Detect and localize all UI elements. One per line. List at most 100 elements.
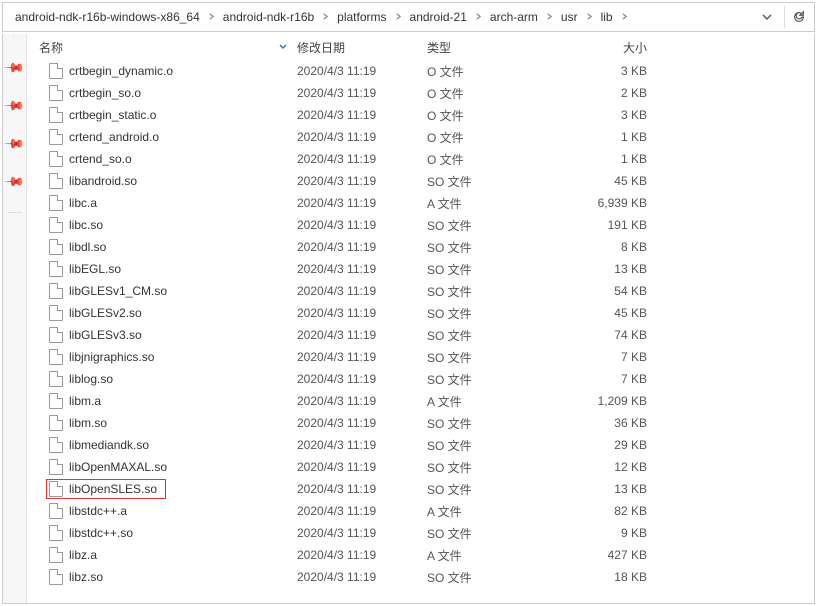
collapse-caret-icon[interactable]	[11, 34, 19, 38]
file-row[interactable]: libGLESv1_CM.so2020/4/3 11:19SO 文件54 KB	[39, 280, 814, 302]
file-type: SO 文件	[427, 217, 557, 234]
file-icon	[49, 393, 63, 409]
breadcrumb-dropdown-icon[interactable]	[756, 6, 778, 28]
file-size: 8 KB	[557, 240, 667, 254]
file-row[interactable]: crtbegin_static.o2020/4/3 11:19O 文件3 KB	[39, 104, 814, 126]
refresh-button[interactable]	[784, 6, 806, 28]
file-icon	[49, 459, 63, 475]
file-date: 2020/4/3 11:19	[297, 196, 427, 210]
breadcrumb-item[interactable]: android-ndk-r16b-windows-x86_64	[13, 8, 202, 26]
file-type: SO 文件	[427, 305, 557, 322]
breadcrumb-item[interactable]: android-21	[408, 8, 469, 26]
file-date: 2020/4/3 11:19	[297, 152, 427, 166]
column-header-type[interactable]: 类型	[427, 39, 557, 56]
file-row[interactable]: libmediandk.so2020/4/3 11:19SO 文件29 KB	[39, 434, 814, 456]
file-row[interactable]: libGLESv3.so2020/4/3 11:19SO 文件74 KB	[39, 324, 814, 346]
file-name: libGLESv3.so	[69, 328, 142, 342]
file-name-cell: libc.so	[39, 217, 297, 233]
file-row[interactable]: crtbegin_dynamic.o2020/4/3 11:19O 文件3 KB	[39, 60, 814, 82]
file-size: 191 KB	[557, 218, 667, 232]
file-row[interactable]: crtend_so.o2020/4/3 11:19O 文件1 KB	[39, 148, 814, 170]
file-date: 2020/4/3 11:19	[297, 262, 427, 276]
breadcrumb-item[interactable]: android-ndk-r16b	[221, 8, 316, 26]
file-row[interactable]: libandroid.so2020/4/3 11:19SO 文件45 KB	[39, 170, 814, 192]
sort-chevron-icon	[279, 42, 297, 52]
file-row[interactable]: libm.a2020/4/3 11:19A 文件1,209 KB	[39, 390, 814, 412]
file-type: O 文件	[427, 63, 557, 80]
file-row[interactable]: libOpenSLES.so2020/4/3 11:19SO 文件13 KB	[39, 478, 814, 500]
file-size: 6,939 KB	[557, 196, 667, 210]
file-row[interactable]: libjnigraphics.so2020/4/3 11:19SO 文件7 KB	[39, 346, 814, 368]
column-header-date[interactable]: 修改日期	[297, 39, 427, 56]
file-row[interactable]: libz.a2020/4/3 11:19A 文件427 KB	[39, 544, 814, 566]
file-name: libjnigraphics.so	[69, 350, 154, 364]
pin-icon[interactable]: 📌	[3, 171, 26, 194]
pin-icon[interactable]: 📌	[3, 133, 26, 156]
column-header-name[interactable]: 名称	[39, 39, 297, 56]
pin-icon[interactable]: 📌	[3, 57, 26, 80]
file-row[interactable]: libz.so2020/4/3 11:19SO 文件18 KB	[39, 566, 814, 588]
file-name: libstdc++.so	[69, 526, 133, 540]
file-row[interactable]: libstdc++.so2020/4/3 11:19SO 文件9 KB	[39, 522, 814, 544]
file-size: 427 KB	[557, 548, 667, 562]
file-row[interactable]: libc.a2020/4/3 11:19A 文件6,939 KB	[39, 192, 814, 214]
file-icon	[49, 481, 63, 497]
file-type: SO 文件	[427, 371, 557, 388]
file-icon	[49, 195, 63, 211]
file-size: 13 KB	[557, 482, 667, 496]
main-area: 📌 📌 📌 📌 名称 修改日期 类型 大小 crtbegin_dynamic.o…	[2, 34, 815, 604]
file-size: 13 KB	[557, 262, 667, 276]
breadcrumb-item[interactable]: usr	[559, 8, 580, 26]
file-icon	[49, 305, 63, 321]
file-date: 2020/4/3 11:19	[297, 372, 427, 386]
file-row[interactable]: libGLESv2.so2020/4/3 11:19SO 文件45 KB	[39, 302, 814, 324]
file-size: 74 KB	[557, 328, 667, 342]
file-date: 2020/4/3 11:19	[297, 86, 427, 100]
file-name-cell: crtbegin_static.o	[39, 107, 297, 123]
file-type: O 文件	[427, 129, 557, 146]
breadcrumb-bar[interactable]: android-ndk-r16b-windows-x86_64 android-n…	[2, 2, 815, 32]
file-icon	[49, 85, 63, 101]
file-name: liblog.so	[69, 372, 113, 386]
breadcrumb-item[interactable]: platforms	[335, 8, 388, 26]
file-row[interactable]: crtend_android.o2020/4/3 11:19O 文件1 KB	[39, 126, 814, 148]
file-type: SO 文件	[427, 349, 557, 366]
file-row[interactable]: libdl.so2020/4/3 11:19SO 文件8 KB	[39, 236, 814, 258]
column-header-size[interactable]: 大小	[557, 39, 667, 56]
file-name: libc.a	[69, 196, 97, 210]
file-name: libOpenSLES.so	[69, 482, 157, 496]
file-name-cell: libstdc++.so	[39, 525, 297, 541]
file-size: 54 KB	[557, 284, 667, 298]
file-type: A 文件	[427, 547, 557, 564]
breadcrumb-item[interactable]: arch-arm	[488, 8, 540, 26]
file-date: 2020/4/3 11:19	[297, 350, 427, 364]
file-date: 2020/4/3 11:19	[297, 306, 427, 320]
file-type: SO 文件	[427, 481, 557, 498]
file-row[interactable]: libOpenMAXAL.so2020/4/3 11:19SO 文件12 KB	[39, 456, 814, 478]
file-type: A 文件	[427, 503, 557, 520]
file-row[interactable]: libm.so2020/4/3 11:19SO 文件36 KB	[39, 412, 814, 434]
file-row[interactable]: libEGL.so2020/4/3 11:19SO 文件13 KB	[39, 258, 814, 280]
file-row[interactable]: liblog.so2020/4/3 11:19SO 文件7 KB	[39, 368, 814, 390]
breadcrumb-item[interactable]: lib	[599, 8, 615, 26]
file-icon	[49, 63, 63, 79]
file-name-cell: libm.a	[39, 393, 297, 409]
file-date: 2020/4/3 11:19	[297, 416, 427, 430]
file-row[interactable]: crtbegin_so.o2020/4/3 11:19O 文件2 KB	[39, 82, 814, 104]
file-pane: 名称 修改日期 类型 大小 crtbegin_dynamic.o2020/4/3…	[27, 34, 814, 603]
file-row[interactable]: libstdc++.a2020/4/3 11:19A 文件82 KB	[39, 500, 814, 522]
file-icon	[49, 261, 63, 277]
file-name: libz.so	[69, 570, 103, 584]
chevron-right-icon	[540, 12, 559, 23]
pin-icon[interactable]: 📌	[3, 95, 26, 118]
file-size: 2 KB	[557, 86, 667, 100]
file-size: 1,209 KB	[557, 394, 667, 408]
file-size: 45 KB	[557, 306, 667, 320]
file-list[interactable]: crtbegin_dynamic.o2020/4/3 11:19O 文件3 KB…	[27, 60, 814, 603]
file-size: 9 KB	[557, 526, 667, 540]
file-row[interactable]: libc.so2020/4/3 11:19SO 文件191 KB	[39, 214, 814, 236]
file-icon	[49, 217, 63, 233]
file-name: crtend_so.o	[69, 152, 132, 166]
file-name-cell: libdl.so	[39, 239, 297, 255]
file-icon	[49, 415, 63, 431]
